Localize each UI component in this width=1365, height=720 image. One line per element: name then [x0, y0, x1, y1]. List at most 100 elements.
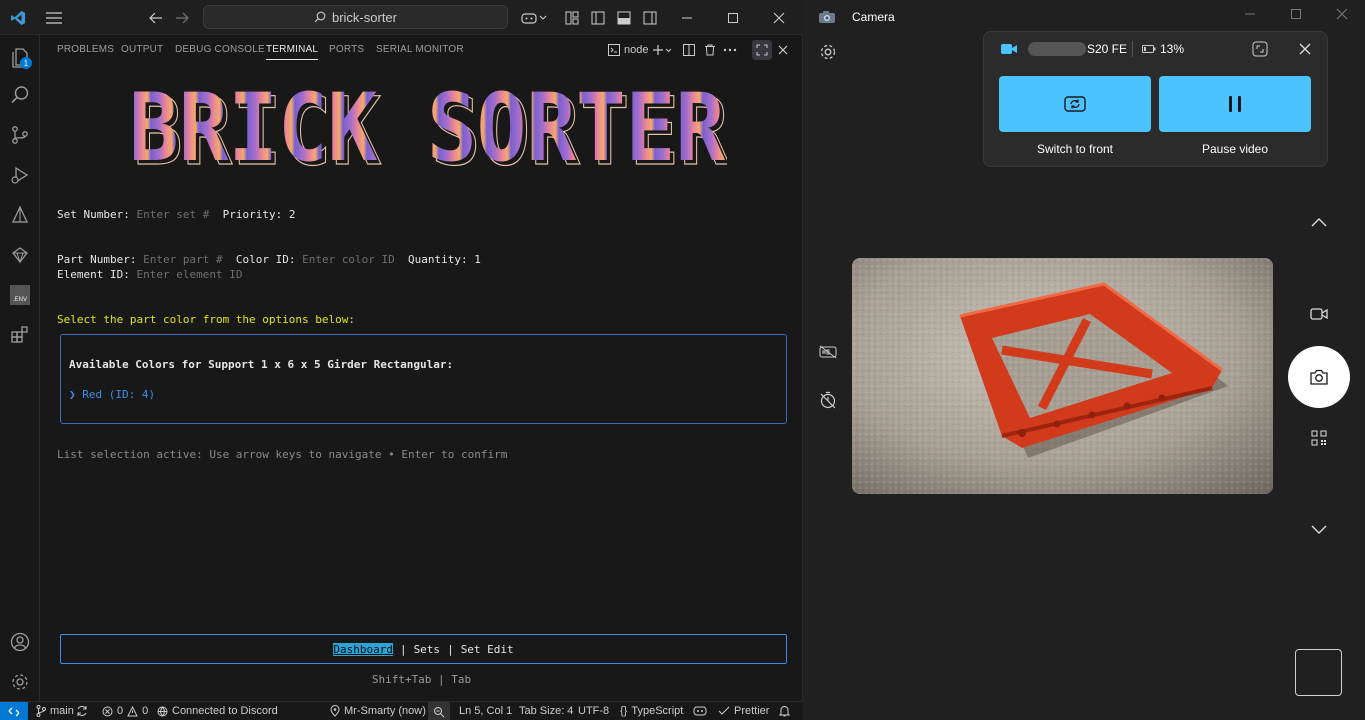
prettier-status[interactable]: Prettier: [718, 705, 769, 717]
more-actions-icon[interactable]: [723, 42, 737, 58]
timer-off-icon[interactable]: [817, 390, 839, 410]
popup-close-icon[interactable]: [1296, 40, 1314, 58]
copilot-icon[interactable]: [520, 8, 548, 28]
tab-problems[interactable]: PROBLEMS: [57, 44, 114, 55]
help-text: List selection active: Use arrow keys to…: [57, 448, 508, 461]
vscode-window: brick-sorter 1 .ENV PROBLEMS OUTPUT DEBU…: [0, 0, 803, 720]
nav-dashboard[interactable]: Dashboard: [333, 642, 393, 656]
minimize-icon[interactable]: [678, 8, 696, 28]
toggle-panel-icon[interactable]: [615, 8, 633, 28]
trash-icon[interactable]: [704, 42, 716, 58]
color-id-input[interactable]: Enter color ID: [302, 253, 395, 266]
compact-view-icon[interactable]: [1251, 40, 1269, 58]
toggle-sidebar-icon[interactable]: [589, 8, 607, 28]
user-name: Mr-Smarty (now): [344, 705, 426, 717]
take-photo-button[interactable]: [1288, 346, 1350, 408]
pause-video-button[interactable]: [1159, 76, 1311, 132]
tab-terminal[interactable]: TERMINAL: [266, 44, 319, 60]
copilot-status-icon[interactable]: [693, 705, 707, 717]
nav-set-edit[interactable]: Set Edit: [461, 643, 514, 656]
set-number-label: Set Number:: [57, 208, 130, 221]
forward-arrow-icon[interactable]: [173, 8, 191, 28]
problems-status[interactable]: 0 0: [102, 705, 148, 717]
colors-header: Available Colors for Support 1 x 6 x 5 G…: [69, 358, 454, 371]
camera-maximize-icon[interactable]: [1290, 8, 1302, 23]
vscode-logo-icon: [9, 8, 27, 28]
search-icon: [314, 11, 326, 23]
language-name: TypeScript: [631, 705, 684, 717]
chevron-up-icon[interactable]: [1308, 213, 1330, 233]
remote-icon[interactable]: [0, 702, 28, 720]
part-number-input[interactable]: Enter part #: [143, 253, 222, 266]
sync-icon[interactable]: [76, 705, 88, 717]
branch-name: main: [50, 705, 74, 717]
qr-code-icon[interactable]: [1308, 428, 1330, 448]
camera-preview: [852, 258, 1273, 494]
live-share-status[interactable]: Mr-Smarty (now): [330, 705, 426, 717]
terminal-selector[interactable]: node: [608, 42, 648, 58]
quantity-value[interactable]: 1: [474, 253, 481, 266]
nav-hint: Shift+Tab | Tab: [371, 673, 472, 686]
video-mode-icon[interactable]: [1308, 304, 1330, 324]
language-mode[interactable]: {} TypeScript: [620, 705, 683, 717]
menu-icon[interactable]: [44, 8, 64, 28]
search-icon[interactable]: [0, 75, 40, 115]
camera-settings-gear-icon[interactable]: [818, 42, 838, 62]
encoding[interactable]: UTF-8: [578, 705, 609, 717]
maximize-panel-icon[interactable]: [752, 40, 772, 60]
back-arrow-icon[interactable]: [147, 8, 165, 28]
camera-close-icon[interactable]: [1336, 8, 1348, 23]
maximize-icon[interactable]: [724, 8, 742, 28]
tab-serial-monitor[interactable]: SERIAL MONITOR: [376, 44, 464, 55]
last-capture-thumbnail[interactable]: [1295, 649, 1342, 696]
tab-debug-console[interactable]: DEBUG CONSOLE: [175, 44, 265, 55]
tab-size[interactable]: Tab Size: 4: [519, 705, 573, 717]
part-number-line: Part Number: Enter part # Color ID: Ente…: [57, 253, 481, 267]
tab-output[interactable]: OUTPUT: [121, 44, 163, 55]
command-center-search[interactable]: brick-sorter: [203, 5, 508, 29]
testing-flask-icon[interactable]: [0, 195, 40, 235]
branch-status[interactable]: main: [36, 705, 74, 717]
element-id-input[interactable]: Enter element ID: [136, 268, 242, 281]
banner-text: BRICK SORTER: [129, 82, 725, 174]
set-number-input[interactable]: Enter set #: [136, 208, 209, 221]
run-debug-icon[interactable]: [0, 155, 40, 195]
hdr-off-icon[interactable]: [817, 342, 839, 362]
explorer-badge: 1: [20, 57, 32, 69]
discord-status[interactable]: Connected to Discord: [157, 705, 278, 717]
split-terminal-icon[interactable]: [683, 42, 695, 58]
explorer-icon[interactable]: 1: [0, 37, 40, 77]
close-panel-icon[interactable]: [778, 42, 788, 58]
source-control-icon[interactable]: [0, 115, 40, 155]
layout-customize-icon[interactable]: [563, 8, 581, 28]
terminal-panel: PROBLEMS OUTPUT DEBUG CONSOLE TERMINAL P…: [41, 35, 802, 701]
toggle-secondary-sidebar-icon[interactable]: [641, 8, 659, 28]
notifications-bell-icon[interactable]: [779, 705, 790, 717]
double-check-icon: [718, 706, 730, 715]
priority-value[interactable]: 2: [289, 208, 296, 221]
switch-to-front-button[interactable]: [999, 76, 1151, 132]
extensions-icon[interactable]: [0, 315, 40, 355]
new-terminal-icon[interactable]: [652, 42, 672, 58]
camera-window: Camera S20 FE 13% Switch to front Pause …: [804, 0, 1365, 720]
zoom-icon[interactable]: [428, 702, 450, 720]
braces-icon: {}: [620, 705, 628, 717]
tab-ports[interactable]: PORTS: [329, 44, 364, 55]
camera-minimize-icon[interactable]: [1244, 8, 1256, 23]
chevron-down-icon[interactable]: [1308, 519, 1330, 539]
terminal-icon: [608, 44, 620, 56]
camera-title: Camera: [852, 10, 895, 24]
color-option-red[interactable]: ❯ Red (ID: 4): [69, 388, 155, 402]
element-id-line: Element ID: Enter element ID: [57, 268, 242, 282]
settings-gear-icon[interactable]: [0, 662, 40, 702]
close-icon[interactable]: [770, 8, 788, 28]
battery-level: 13%: [1160, 42, 1185, 56]
select-prompt: Select the part color from the options b…: [57, 313, 356, 326]
nav-sets[interactable]: Sets: [414, 643, 441, 656]
cursor-position[interactable]: Ln 5, Col 1: [459, 705, 512, 717]
extension-gem-icon[interactable]: [0, 235, 40, 275]
dotenv-icon[interactable]: .ENV: [0, 275, 40, 315]
nav-separator: |: [399, 642, 407, 656]
brick-sorter-banner: BRICK SORTER BRICK SORTER: [129, 82, 727, 174]
accounts-icon[interactable]: [0, 622, 40, 662]
